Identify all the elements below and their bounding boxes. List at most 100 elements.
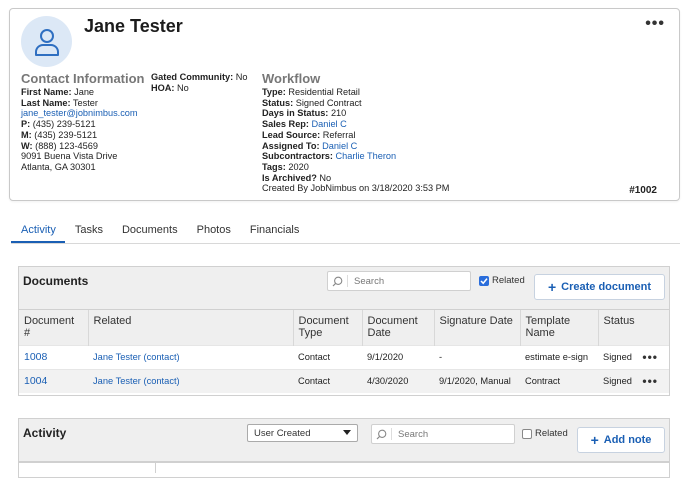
contact-info-section: Contact Information First Name: Jane Las… [21,71,145,173]
assigned-to-link[interactable]: Daniel C [322,141,357,151]
document-number-link[interactable]: 1004 [24,375,47,387]
property-info-section: Gated Community: No HOA: No [151,72,248,93]
lead-source-field: Lead Source: Referral [262,130,449,141]
activity-search-placeholder: Search [398,428,429,440]
caret-down-icon [343,430,351,435]
create-document-button[interactable]: + Create document [534,274,665,300]
col-document-type[interactable]: Document Type [292,310,362,345]
documents-search-input[interactable]: Search [327,271,471,291]
documents-table-header: Document # Related Document Type Documen… [19,310,669,345]
row-more-button[interactable]: ••• [642,350,658,364]
related-label: Related [535,428,568,439]
subcontractors-field: Subcontractors: Charlie Theron [262,151,449,162]
col-document-number[interactable]: Document # [19,310,88,345]
related-link[interactable]: Jane Tester (contact) [93,352,180,362]
tab-activity[interactable]: Activity [11,221,65,243]
job-number: #1002 [629,185,657,196]
col-related[interactable]: Related [87,310,293,345]
lead-source-label: Lead Source: [262,129,321,140]
document-number-link[interactable]: 1008 [24,351,47,363]
phone-p-field: P: (435) 239-5121 [21,119,145,130]
subcontractor-link[interactable]: Charlie Theron [336,151,397,161]
gated-label: Gated Community: [151,72,234,82]
avatar [21,16,72,67]
sales-rep-label: Sales Rep: [262,119,309,130]
workflow-section: Workflow Type: Residential Retail Status… [262,71,449,194]
col-template-name[interactable]: Template Name [519,310,598,345]
last-name-field: Last Name: Tester [21,98,145,109]
related-label: Related [492,275,525,286]
tab-tasks[interactable]: Tasks [65,221,112,243]
document-date: 9/1/2020 [362,344,434,369]
activity-related-toggle[interactable]: Related [522,428,568,439]
documents-panel: Documents Search Related + Create docume… [18,266,670,396]
phone-m-field: M: (435) 239-5121 [21,130,145,141]
first-name-value: Jane [74,87,95,97]
col-signature-date[interactable]: Signature Date [433,310,520,345]
assigned-to-field: Assigned To: Daniel C [262,141,449,152]
assigned-label: Assigned To: [262,140,320,151]
document-type: Contact [293,368,362,393]
email-link[interactable]: jane_tester@jobnimbus.com [21,108,138,118]
related-checkbox[interactable] [522,428,532,439]
phone-p-label: P: [21,119,31,130]
type-label: Type: [262,87,286,97]
plus-icon: + [590,432,599,448]
person-icon [34,28,59,56]
create-document-label: Create document [561,281,652,293]
row-more-button[interactable]: ••• [642,374,658,388]
related-checkbox[interactable] [479,275,489,286]
document-type: Contact [293,344,362,369]
activity-search-input[interactable]: Search [371,424,515,444]
contact-name: Jane Tester [84,16,183,36]
sales-rep-field: Sales Rep: Daniel C [262,119,449,130]
phone-m-label: M: [21,129,32,140]
documents-related-toggle[interactable]: Related [479,275,525,286]
search-icon [372,428,392,440]
more-actions-button[interactable]: ••• [645,15,665,33]
status-value: Signed [603,352,632,362]
hoa-field: HOA: No [151,83,248,94]
lead-source-value: Referral [322,129,356,140]
subcontractors-label: Subcontractors: [262,151,333,162]
documents-search-placeholder: Search [354,275,385,287]
tab-photos[interactable]: Photos [187,221,240,243]
gated-value: No [235,72,248,82]
tab-bar: Activity Tasks Documents Photos Financia… [11,221,308,243]
activity-list-header [19,462,669,473]
template-name: estimate e-sign [520,344,598,369]
days-value: 210 [330,108,347,119]
related-link[interactable]: Jane Tester (contact) [93,376,180,386]
contact-info-title: Contact Information [21,71,145,86]
archived-label: Is Archived? [262,172,317,183]
type-field: Type: Residential Retail [262,87,449,98]
add-note-button[interactable]: + Add note [577,427,665,453]
table-row[interactable]: 1008 Jane Tester (contact) Contact 9/1/2… [19,344,669,369]
tags-label: Tags: [262,161,286,172]
table-row[interactable]: 1004 Jane Tester (contact) Contact 4/30/… [19,368,669,393]
contact-card: Jane Tester ••• Contact Information Firs… [9,8,680,201]
column-divider [155,463,156,473]
phone-m-value: (435) 239-5121 [34,129,98,140]
tags-value: 2020 [288,161,309,172]
documents-title: Documents [23,274,89,288]
status-value: Signed Contract [295,97,362,108]
signature-date: 9/1/2020, Manual [434,368,520,393]
activity-filter-value: User Created [254,427,311,439]
created-by-text: Created By JobNimbus on 3/18/2020 3:53 P… [262,183,450,194]
workflow-title: Workflow [262,71,321,86]
activity-filter-select[interactable]: User Created [247,424,358,442]
col-status[interactable]: Status [597,310,669,345]
first-name-label: First Name: [21,87,72,97]
col-document-date[interactable]: Document Date [361,310,434,345]
search-icon [328,275,348,287]
tab-documents[interactable]: Documents [112,221,187,243]
status-value: Signed [603,376,632,387]
documents-header: Documents Search Related + Create docume… [19,267,669,310]
tab-financials[interactable]: Financials [240,221,309,243]
days-label: Days in Status: [262,108,329,119]
last-name-label: Last Name: [21,97,71,108]
sales-rep-link[interactable]: Daniel C [312,119,347,129]
phone-p-value: (435) 239-5121 [32,119,96,130]
check-icon [480,277,488,284]
